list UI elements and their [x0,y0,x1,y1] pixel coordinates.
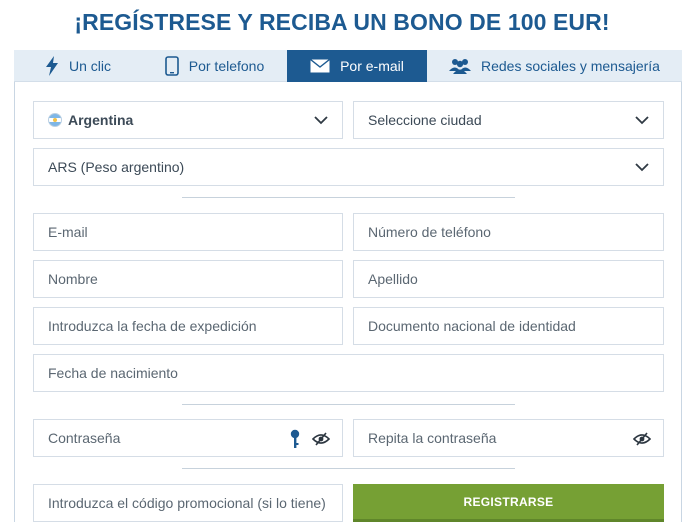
tab-label: Por telefono [188,58,265,74]
national-id-placeholder: Documento nacional de identidad [368,318,576,334]
eye-slash-icon[interactable] [312,432,330,446]
tab-phone[interactable]: Por telefono [142,50,287,82]
phone-icon [164,56,179,76]
argentina-flag-icon [48,113,62,127]
chevron-down-icon [635,163,649,172]
first-name-placeholder: Nombre [48,271,98,287]
envelope-icon [310,59,331,73]
country-value: Argentina [68,112,134,128]
divider [182,197,515,198]
issue-date-field[interactable]: Introduzca la fecha de expedición [33,307,343,345]
tab-social[interactable]: Redes sociales y mensajería [427,50,682,82]
country-select[interactable]: Argentina [33,101,343,139]
users-icon [449,58,471,74]
phone-field[interactable]: Número de teléfono [353,213,664,251]
currency-value: ARS (Peso argentino) [48,159,185,175]
tab-label: Redes sociales y mensajería [481,58,660,74]
register-button[interactable]: REGISTRARSE [353,484,664,522]
issue-date-placeholder: Introduzca la fecha de expedición [48,318,257,334]
birth-date-placeholder: Fecha de nacimiento [48,365,178,381]
lightning-icon [45,56,59,76]
phone-placeholder: Número de teléfono [368,224,491,240]
city-select[interactable]: Seleccione ciudad [353,101,664,139]
registration-tabs: Un clic Por telefono Por e-mail Redes so… [14,50,682,82]
tab-email[interactable]: Por e-mail [287,50,427,82]
national-id-field[interactable]: Documento nacional de identidad [353,307,664,345]
promo-code-field[interactable]: Introduzca el código promocional (si lo … [33,484,343,522]
eye-slash-icon[interactable] [633,432,651,446]
repeat-password-field[interactable]: Repita la contraseña [353,419,664,457]
divider [182,404,515,405]
tab-label: Un clic [68,58,111,74]
divider [182,468,515,469]
promo-code-placeholder: Introduzca el código promocional (si lo … [48,495,326,511]
key-icon[interactable] [290,429,300,449]
repeat-password-placeholder: Repita la contraseña [368,430,497,446]
page-title: ¡REGÍSTRESE Y RECIBA UN BONO DE 100 EUR! [74,9,610,35]
password-field[interactable]: Contraseña [33,419,343,457]
email-placeholder: E-mail [48,224,88,240]
currency-select[interactable]: ARS (Peso argentino) [33,148,664,186]
chevron-down-icon [635,116,649,125]
tab-label: Por e-mail [340,58,404,74]
email-field[interactable]: E-mail [33,213,343,251]
tab-one-click[interactable]: Un clic [14,50,142,82]
last-name-placeholder: Apellido [368,271,418,287]
birth-date-field[interactable]: Fecha de nacimiento [33,354,664,392]
city-value: Seleccione ciudad [368,112,482,128]
first-name-field[interactable]: Nombre [33,260,343,298]
chevron-down-icon [314,116,328,125]
last-name-field[interactable]: Apellido [353,260,664,298]
